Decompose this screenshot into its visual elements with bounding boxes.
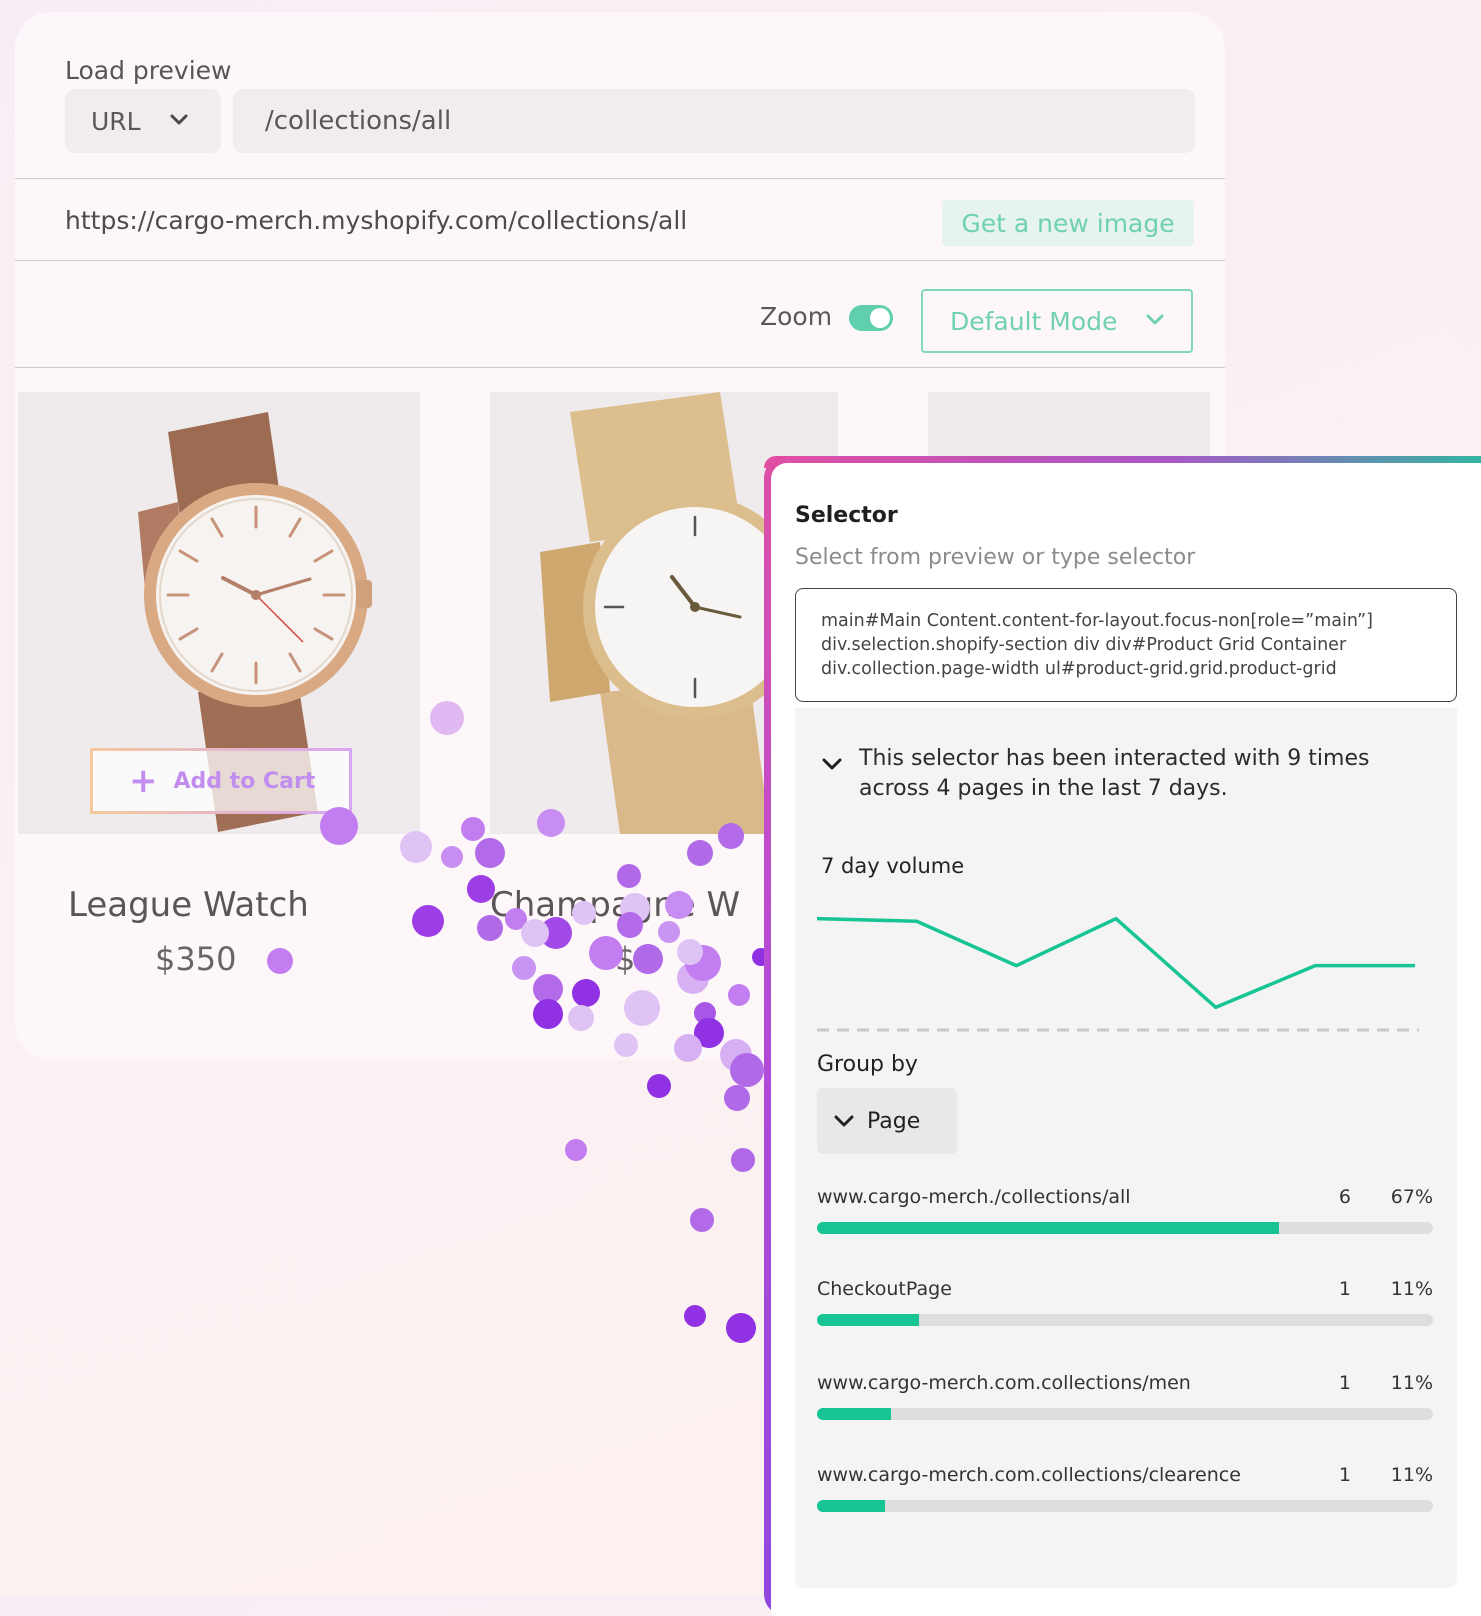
- click-dot: [400, 831, 432, 863]
- row-count: 1: [1331, 1278, 1351, 1300]
- click-dot: [674, 1034, 702, 1062]
- row-percent: 11%: [1391, 1372, 1433, 1394]
- chevron-down-icon: [833, 1113, 855, 1129]
- row-count: 1: [1331, 1372, 1351, 1394]
- click-dot: [718, 823, 744, 849]
- click-dot: [624, 990, 660, 1026]
- click-dot: [617, 912, 643, 938]
- click-dot: [475, 838, 505, 868]
- click-dot: [320, 807, 358, 845]
- click-dot: [730, 1053, 764, 1087]
- row-percent: 11%: [1391, 1278, 1433, 1300]
- click-dot: [537, 809, 565, 837]
- click-dot: [441, 846, 463, 868]
- volume-series-line: [817, 919, 1415, 1008]
- chevron-down-icon[interactable]: [821, 756, 843, 772]
- click-dot: [690, 1208, 714, 1232]
- selector-subtitle: Select from preview or type selector: [795, 545, 1195, 570]
- click-dot: [267, 948, 293, 974]
- click-dot: [521, 919, 549, 947]
- click-dot: [614, 1033, 638, 1057]
- row-page-label: CheckoutPage: [817, 1278, 952, 1300]
- click-dot: [589, 936, 623, 970]
- click-dot: [724, 1085, 750, 1111]
- row-progress-track: [817, 1500, 1433, 1512]
- selector-line: main#Main Content.content-for-layout.foc…: [821, 609, 1432, 633]
- click-dot: [677, 939, 703, 965]
- page-breakdown-row[interactable]: www.cargo-merch.com.collections/men 1 11%: [817, 1372, 1433, 1432]
- row-progress-fill: [817, 1314, 919, 1326]
- row-progress-track: [817, 1408, 1433, 1420]
- click-dot: [461, 817, 485, 841]
- click-dot: [572, 901, 596, 925]
- click-dot: [512, 956, 536, 980]
- row-percent: 67%: [1391, 1186, 1433, 1208]
- row-page-label: www.cargo-merch.com.collections/clearenc…: [817, 1464, 1241, 1486]
- selector-panel: Selector Select from preview or type sel…: [764, 456, 1481, 1616]
- row-percent: 11%: [1391, 1464, 1433, 1486]
- selector-line: div.selection.shopify-section div div#Pr…: [821, 633, 1432, 657]
- page-breakdown-row[interactable]: www.cargo-merch./collections/all 6 67%: [817, 1186, 1433, 1246]
- row-page-label: www.cargo-merch.com.collections/men: [817, 1372, 1191, 1394]
- page-breakdown-row[interactable]: CheckoutPage 1 11%: [817, 1278, 1433, 1338]
- click-dot: [633, 944, 663, 974]
- page-breakdown-row[interactable]: www.cargo-merch.com.collections/clearenc…: [817, 1464, 1433, 1524]
- click-dot: [731, 1148, 755, 1172]
- row-page-label: www.cargo-merch./collections/all: [817, 1186, 1131, 1208]
- click-dot: [687, 840, 713, 866]
- click-dot: [565, 1139, 587, 1161]
- row-count: 6: [1331, 1186, 1351, 1208]
- volume-line-chart: [795, 888, 1457, 1038]
- click-dot: [430, 701, 464, 735]
- group-by-label: Group by: [817, 1052, 918, 1077]
- group-by-select[interactable]: Page: [817, 1088, 957, 1154]
- row-progress-fill: [817, 1408, 891, 1420]
- click-dot: [728, 984, 750, 1006]
- click-dot: [684, 1305, 706, 1327]
- row-progress-track: [817, 1222, 1433, 1234]
- click-dot: [412, 905, 444, 937]
- interaction-summary: This selector has been interacted with 9…: [859, 744, 1419, 804]
- click-dot: [726, 1313, 756, 1343]
- click-dot: [467, 875, 495, 903]
- selector-details: This selector has been interacted with 9…: [795, 708, 1457, 1588]
- click-dot: [572, 979, 600, 1007]
- row-count: 1: [1331, 1464, 1351, 1486]
- click-dot: [533, 999, 563, 1029]
- volume-chart-title: 7 day volume: [821, 854, 964, 878]
- click-dot: [665, 891, 693, 919]
- row-progress-fill: [817, 1500, 885, 1512]
- click-dot: [568, 1005, 594, 1031]
- group-by-value: Page: [867, 1109, 920, 1134]
- click-dot: [477, 915, 503, 941]
- row-progress-fill: [817, 1222, 1279, 1234]
- row-progress-track: [817, 1314, 1433, 1326]
- selector-panel-body: Selector Select from preview or type sel…: [771, 463, 1481, 1616]
- click-dot: [647, 1074, 671, 1098]
- selector-input[interactable]: main#Main Content.content-for-layout.foc…: [795, 588, 1457, 702]
- selector-title: Selector: [795, 503, 898, 528]
- click-dot: [617, 864, 641, 888]
- selector-line: div.collection.page-width ul#product-gri…: [821, 657, 1432, 681]
- click-dot: [658, 921, 680, 943]
